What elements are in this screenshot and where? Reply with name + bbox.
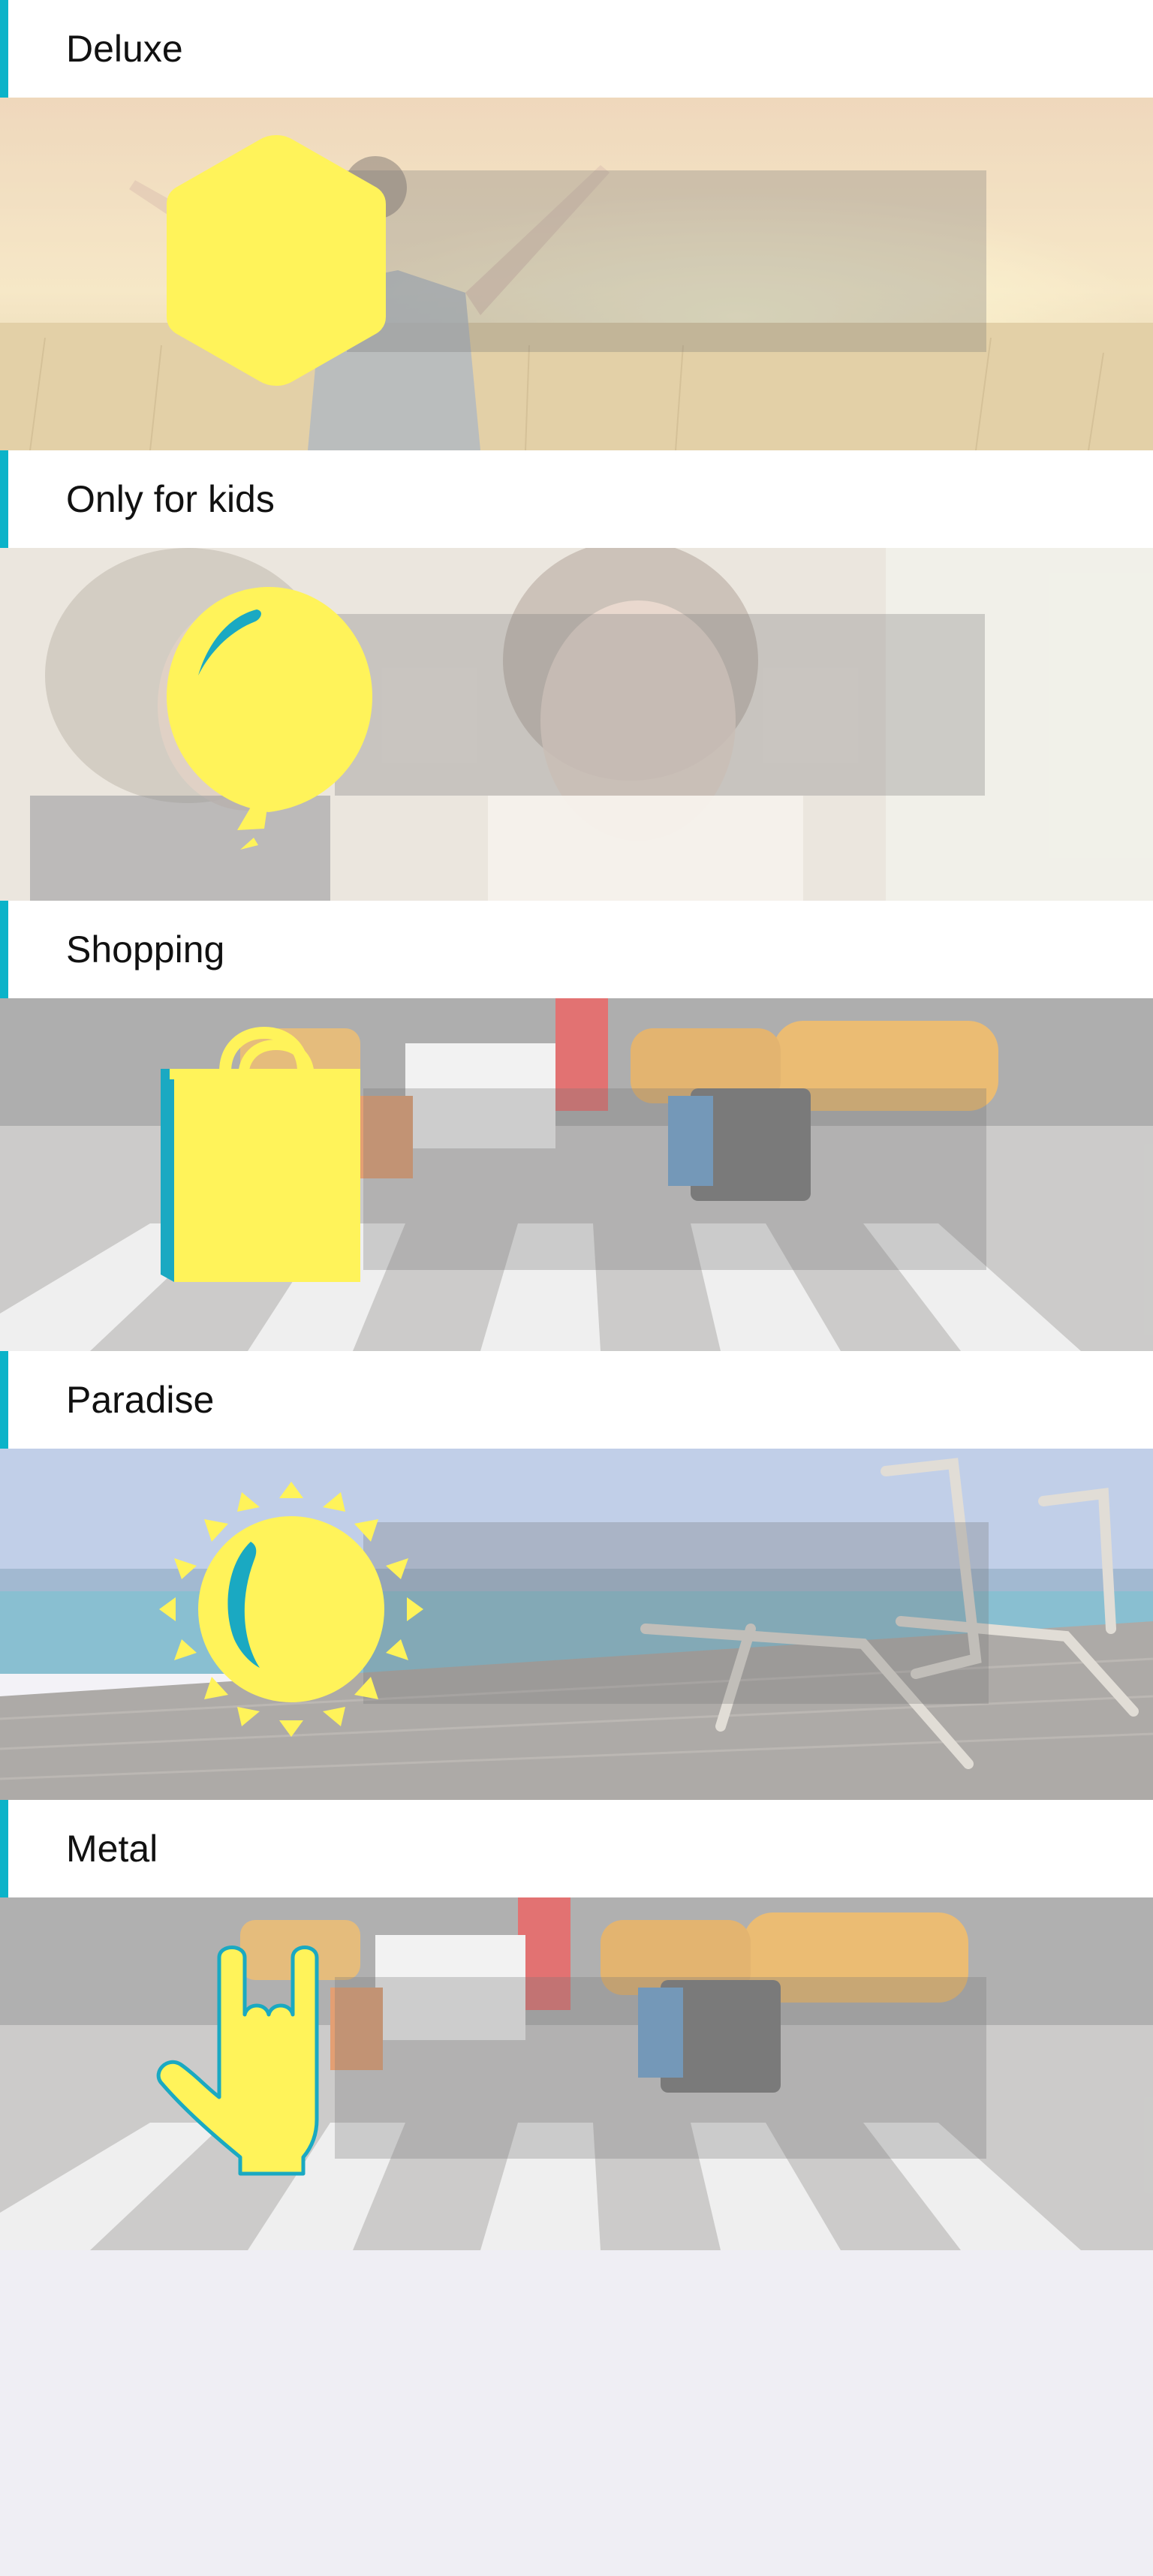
category-title: Deluxe bbox=[66, 28, 183, 70]
category-header-deluxe[interactable]: Deluxe bbox=[0, 0, 1153, 98]
category-header-paradise[interactable]: Paradise bbox=[0, 1351, 1153, 1449]
accent-bar bbox=[0, 1800, 8, 1897]
sun-icon bbox=[159, 1482, 423, 1737]
info-panel bbox=[347, 170, 986, 352]
accent-bar bbox=[0, 0, 8, 98]
info-panel bbox=[363, 1522, 989, 1704]
info-panel bbox=[363, 1088, 986, 1270]
category-header-shopping[interactable]: Shopping bbox=[0, 901, 1153, 998]
info-panel bbox=[335, 614, 985, 796]
info-panel bbox=[335, 1977, 986, 2159]
shopping-bag-icon bbox=[161, 1026, 360, 1282]
category-banner-shopping[interactable] bbox=[0, 998, 1153, 1351]
balloon-icon bbox=[167, 587, 372, 850]
category-banner-metal[interactable] bbox=[0, 1897, 1153, 2250]
accent-bar bbox=[0, 1351, 8, 1449]
category-banner-deluxe[interactable] bbox=[0, 98, 1153, 450]
category-title: Paradise bbox=[66, 1379, 215, 1421]
accent-bar bbox=[0, 901, 8, 998]
category-banner-only-for-kids[interactable] bbox=[0, 548, 1153, 901]
category-banner-paradise[interactable] bbox=[0, 1449, 1153, 1801]
empty-area bbox=[0, 2250, 1153, 2576]
category-title: Only for kids bbox=[66, 478, 275, 520]
category-header-only-for-kids[interactable]: Only for kids bbox=[0, 450, 1153, 548]
hexagon-icon bbox=[167, 135, 386, 386]
category-title: Metal bbox=[66, 1828, 158, 1870]
category-list: Deluxe Only for kids Shopping Paradise M… bbox=[0, 0, 1153, 2576]
rock-hand-icon bbox=[156, 1946, 319, 2176]
accent-bar bbox=[0, 450, 8, 548]
category-title: Shopping bbox=[66, 928, 225, 971]
category-header-metal[interactable]: Metal bbox=[0, 1800, 1153, 1897]
